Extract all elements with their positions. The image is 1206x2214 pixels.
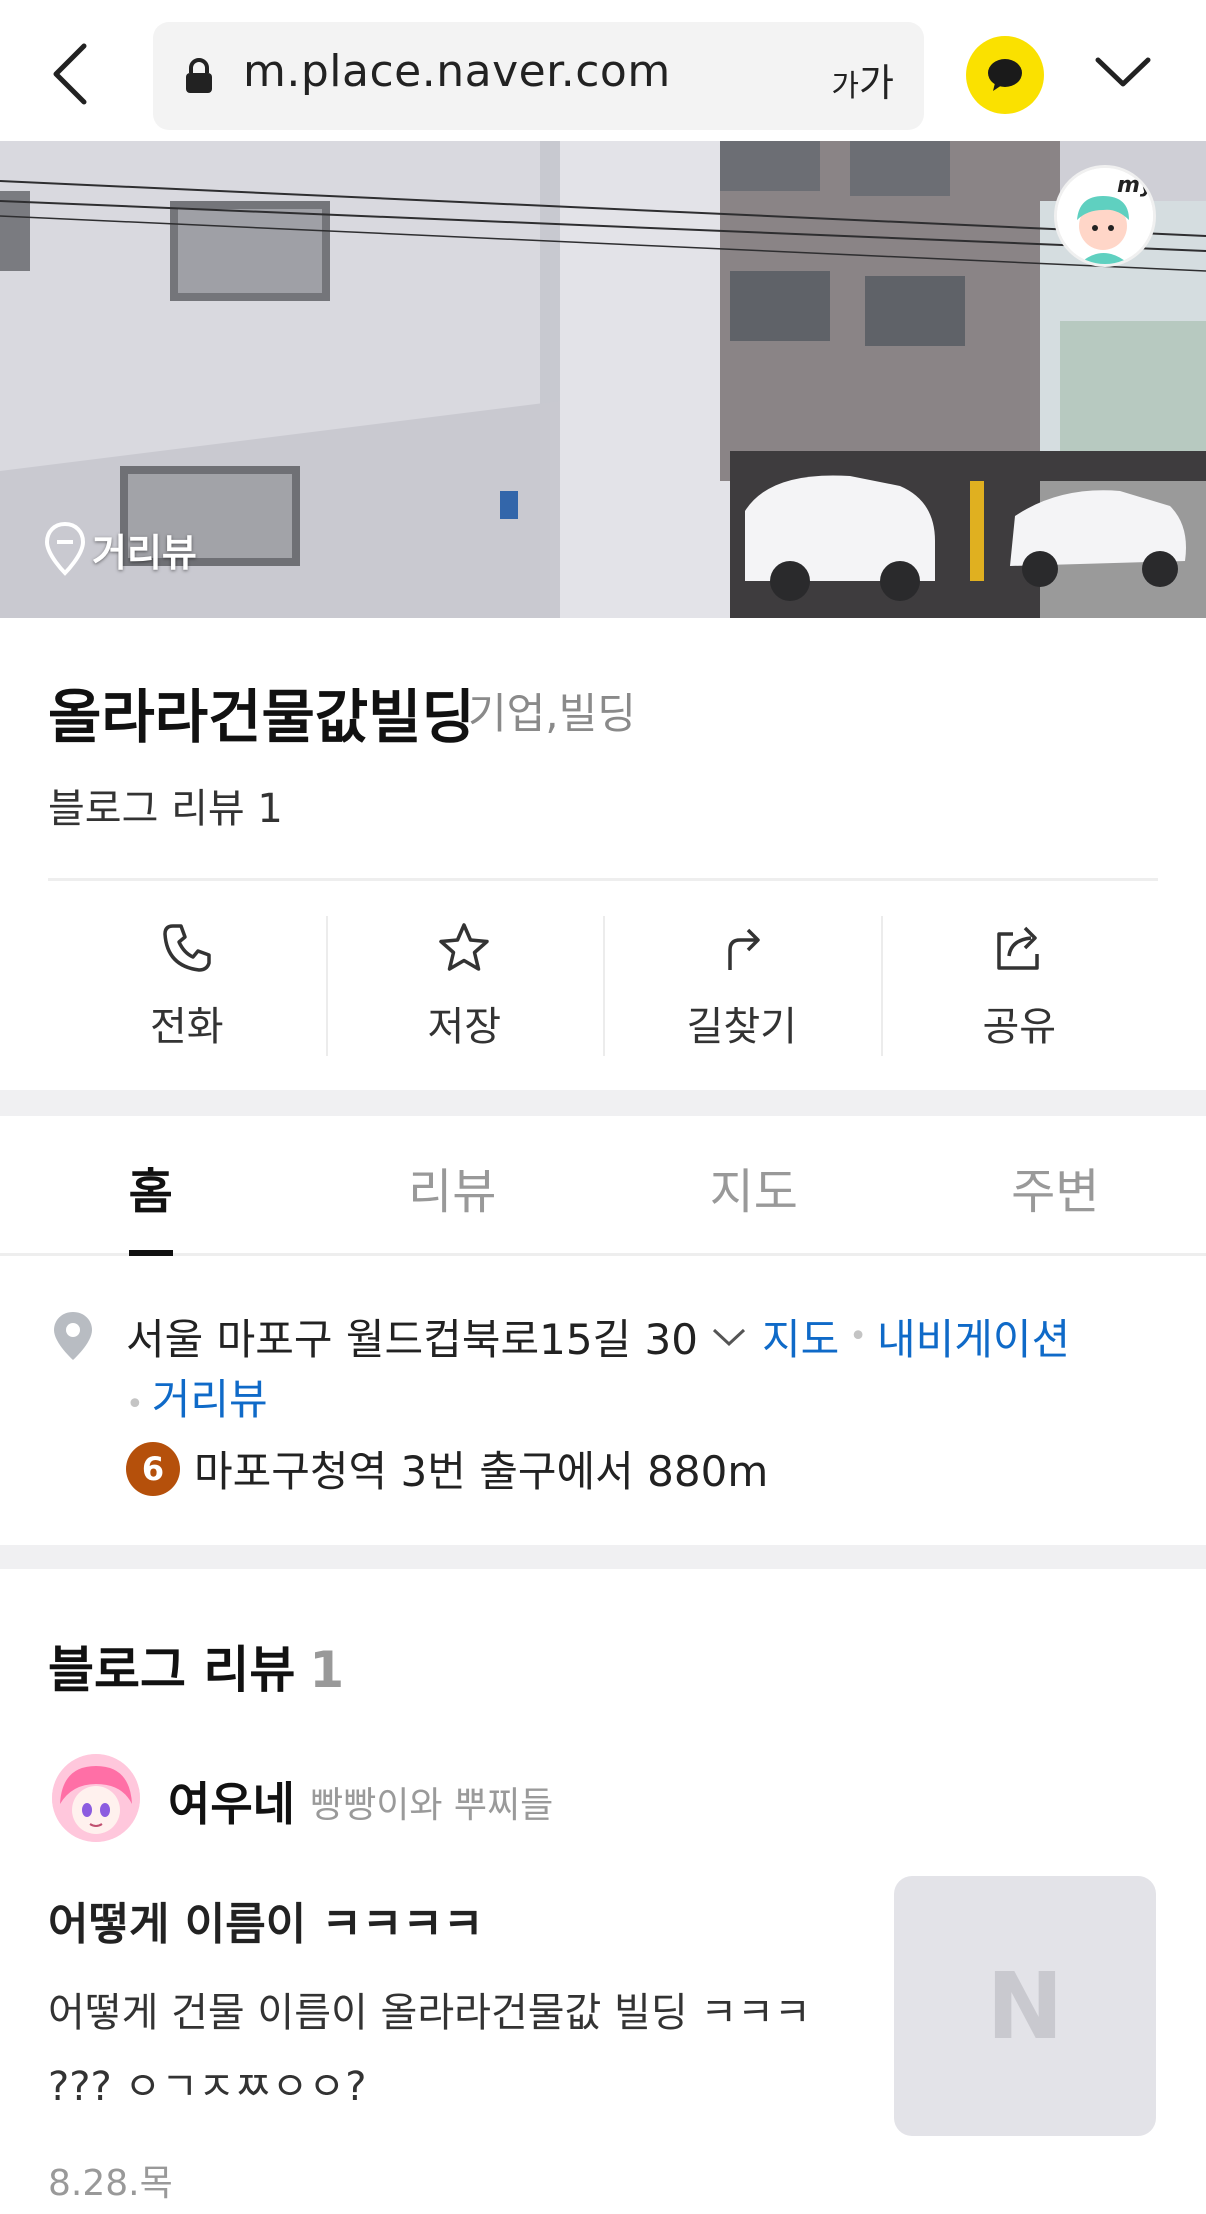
back-arrow-icon [53, 43, 87, 105]
separator-dot: • [849, 1319, 867, 1354]
location-pin-outline-icon [44, 521, 86, 576]
kakaotalk-button[interactable] [966, 36, 1044, 114]
kakaotalk-icon [988, 59, 1022, 91]
place-name: 올라라건물값빌딩 [48, 683, 475, 751]
share-icon [997, 926, 1039, 970]
call-label: 전화 [149, 1004, 224, 1050]
avatar[interactable] [52, 1754, 140, 1842]
street-view-label: 거리뷰 [92, 530, 197, 575]
review-body-line: ??? ㅇㄱㅈㅉㅇㅇ? [48, 2064, 367, 2110]
place-category: 기업,빌딩 [468, 689, 636, 738]
blog-review-heading-count: 1 [309, 1641, 345, 1699]
browser-toolbar: m.place.naver.com 가가 [0, 0, 1206, 141]
chevron-down-icon[interactable] [710, 1324, 748, 1350]
review-body[interactable]: 어떻게 건물 이름이 올라라건물값 빌딩 ㅋㅋㅋ ??? ㅇㄱㅈㅉㅇㅇ? [48, 1976, 868, 2124]
review-title[interactable]: 어떻게 이름이 ㅋㅋㅋㅋ [48, 1888, 483, 1952]
place-photo[interactable]: my 거리뷰 [0, 141, 1206, 618]
review-thumbnail[interactable]: N [894, 1876, 1156, 2136]
address-bar[interactable]: m.place.naver.com 가가 [153, 22, 924, 130]
chevron-down-icon [1095, 57, 1151, 87]
separator-dot: • [126, 1387, 144, 1422]
directions-button[interactable]: 길찾기 [603, 916, 881, 1056]
directions-label: 길찾기 [686, 1004, 797, 1050]
street-view-link[interactable]: 거리뷰 [152, 1375, 268, 1424]
section-separator [0, 1090, 1206, 1116]
share-label: 공유 [982, 1004, 1057, 1050]
profile-avatar-icon: my [1057, 168, 1153, 264]
navigation-link[interactable]: 내비게이션 [877, 1306, 1070, 1367]
my-profile-button[interactable]: my [1054, 165, 1156, 267]
address-text[interactable]: 서울 마포구 월드컵북로15길 30 [126, 1306, 698, 1367]
address-row-2: • 거리뷰 [126, 1366, 268, 1427]
tab-map[interactable]: 지도 [603, 1116, 905, 1253]
tab-nearby[interactable]: 주변 [905, 1116, 1206, 1253]
author-name[interactable]: 여우네 [168, 1768, 295, 1834]
subway-distance-text: 마포구청역 3번 출구에서 880m [194, 1447, 769, 1496]
call-button[interactable]: 전화 [48, 916, 326, 1056]
save-button[interactable]: 저장 [325, 916, 604, 1056]
back-button[interactable] [44, 36, 104, 112]
address-row: 서울 마포구 월드컵북로15길 30 지도 • 내비게이션 [126, 1306, 1070, 1367]
blog-review-heading: 블로그 리뷰 1 [48, 1641, 345, 1699]
street-view-button[interactable]: 거리뷰 [44, 521, 197, 577]
save-label: 저장 [427, 1004, 502, 1050]
phone-icon [163, 924, 211, 972]
map-link[interactable]: 지도 [762, 1306, 839, 1367]
location-pin-icon [54, 1312, 92, 1360]
review-body-line: 어떻게 건물 이름이 올라라건물값 빌딩 ㅋㅋㅋ [48, 1990, 811, 2036]
font-size-button[interactable]: 가가 [831, 52, 894, 107]
menu-expand-button[interactable] [1088, 44, 1158, 104]
divider [48, 878, 1158, 881]
author-avatar-image [52, 1754, 140, 1842]
star-icon [439, 923, 489, 971]
url-text: m.place.naver.com [243, 46, 671, 97]
section-separator [0, 1545, 1206, 1569]
blog-review-count[interactable]: 블로그 리뷰 1 [48, 776, 283, 834]
directions-icon [728, 928, 760, 970]
share-button[interactable]: 공유 [880, 916, 1159, 1056]
review-date: 8.28.목 [48, 2163, 173, 2204]
action-bar: 전화 저장 길찾기 공유 [48, 916, 1158, 1056]
place-tabs: 홈 리뷰 지도 주변 [0, 1116, 1206, 1256]
tab-review[interactable]: 리뷰 [302, 1116, 604, 1253]
author-blog-name[interactable]: 빵빵이와 뿌찌들 [310, 1776, 553, 1828]
naver-logo-icon: N [986, 1952, 1064, 2060]
tab-home[interactable]: 홈 [0, 1116, 302, 1256]
subway-info: 6 마포구청역 3번 출구에서 880m [126, 1438, 768, 1499]
lock-icon [186, 58, 212, 93]
subway-line-badge: 6 [126, 1441, 180, 1496]
